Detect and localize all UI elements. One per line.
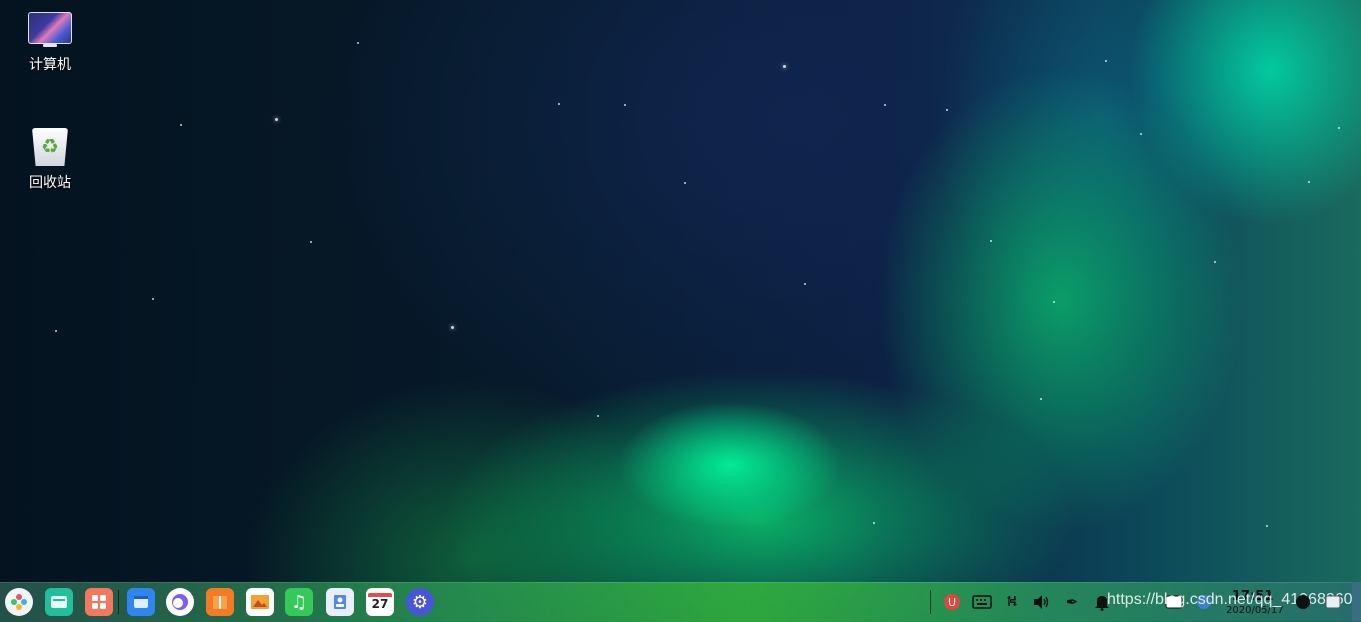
app-store-icon[interactable] [85, 588, 113, 616]
desktop-icon-computer[interactable]: 计算机 [10, 12, 90, 74]
pen-icon[interactable]: ✒ [1061, 592, 1083, 612]
star [684, 182, 686, 184]
svg-text:U: U [948, 596, 956, 609]
calendar-day: 27 [371, 597, 389, 611]
desktop-icon-recycle-bin[interactable]: ♻ 回收站 [10, 126, 90, 192]
show-desktop-icon[interactable] [1322, 592, 1344, 612]
star [783, 65, 786, 68]
star [275, 118, 278, 121]
music-icon[interactable]: ♫ [285, 588, 313, 616]
star [55, 330, 57, 332]
desktop-wallpaper [0, 0, 1361, 621]
image-viewer-icon[interactable] [246, 588, 274, 616]
star [310, 241, 312, 243]
star [1105, 60, 1107, 62]
taskbar-separator [930, 590, 931, 614]
settings-icon[interactable]: ⚙ [406, 588, 434, 616]
star [946, 109, 948, 111]
star [1338, 127, 1340, 129]
recycle-bin-icon: ♻ [30, 126, 70, 166]
star [180, 124, 182, 126]
taskbar-edge-handle[interactable] [1352, 582, 1361, 621]
star [884, 104, 886, 106]
star [597, 415, 599, 417]
star [1266, 525, 1268, 527]
antivirus-icon[interactable]: U [941, 592, 963, 612]
desktop-icon-label: 回收站 [29, 175, 71, 191]
star [990, 240, 992, 242]
star [1308, 181, 1310, 183]
star [357, 42, 359, 44]
calendar-icon[interactable]: 27 [366, 588, 394, 616]
contacts-icon[interactable] [326, 588, 354, 616]
star [1040, 398, 1042, 400]
music-player-icon[interactable] [166, 588, 194, 616]
usb-icon[interactable]: ⛕ [1001, 592, 1023, 612]
star [451, 326, 454, 329]
keyboard-icon[interactable] [971, 592, 993, 612]
taskbar-separator [118, 590, 119, 614]
desktop-icon-label: 计算机 [29, 57, 71, 73]
watermark-text: https://blog.csdn.net/qq_41968260 [1107, 591, 1353, 608]
browser-icon[interactable] [127, 588, 155, 616]
archive-icon[interactable] [206, 588, 234, 616]
star [1140, 133, 1142, 135]
star [804, 283, 806, 285]
star [558, 103, 560, 105]
computer-icon [28, 12, 72, 48]
file-manager-icon[interactable] [45, 588, 73, 616]
star [1053, 301, 1055, 303]
launcher-icon[interactable] [5, 588, 33, 616]
star [152, 298, 154, 300]
star [624, 104, 626, 106]
star [1214, 261, 1216, 263]
power-icon[interactable] [1292, 592, 1314, 612]
star [873, 522, 875, 524]
volume-icon[interactable] [1030, 592, 1052, 612]
